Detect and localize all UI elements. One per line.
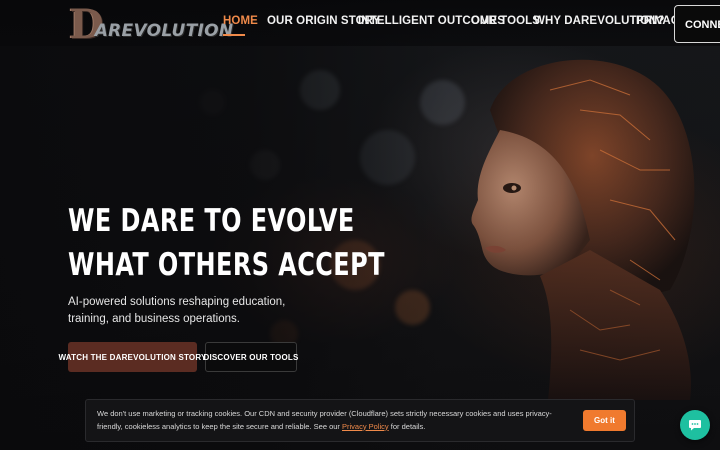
discover-tools-button[interactable]: DISCOVER OUR TOOLS	[203, 342, 298, 372]
cookie-accept-button[interactable]: Got it	[583, 410, 626, 431]
active-nav-indicator	[223, 34, 245, 36]
nav-item-our-tools[interactable]: OUR TOOLS	[471, 15, 540, 28]
chat-bubble-icon	[689, 420, 701, 431]
logo-wordmark: AREVOLUTION	[94, 21, 234, 41]
hero-headline: WE DARE TO EVOLVE WHAT OTHERS ACCEPT	[68, 199, 385, 287]
cookie-banner: We don't use marketing or tracking cooki…	[85, 399, 635, 442]
hero-subtitle: AI-powered solutions reshaping education…	[68, 296, 286, 325]
watch-story-button[interactable]: WATCH THE DAREVOLUTION STORY	[58, 342, 206, 372]
cookie-text-end: for details.	[388, 421, 426, 431]
cookie-text-start: We don't use marketing or tracking cooki…	[97, 409, 552, 431]
privacy-policy-link[interactable]: Privacy Policy	[342, 422, 389, 431]
brand-logo[interactable]: D AREVOLUTION	[69, 4, 234, 45]
cookie-message: We don't use marketing or tracking cooki…	[97, 408, 572, 433]
top-navigation: D AREVOLUTION HOME OUR ORIGIN STORY INTE…	[0, 0, 720, 46]
connect-button[interactable]: CONNECT W	[674, 5, 720, 43]
nav-item-home[interactable]: HOME	[223, 15, 258, 28]
chat-launcher-button[interactable]	[680, 410, 710, 440]
hero-headline-line-2: WHAT OTHERS ACCEPT	[68, 247, 385, 283]
hero-headline-line-1: WE DARE TO EVOLVE	[68, 203, 355, 239]
